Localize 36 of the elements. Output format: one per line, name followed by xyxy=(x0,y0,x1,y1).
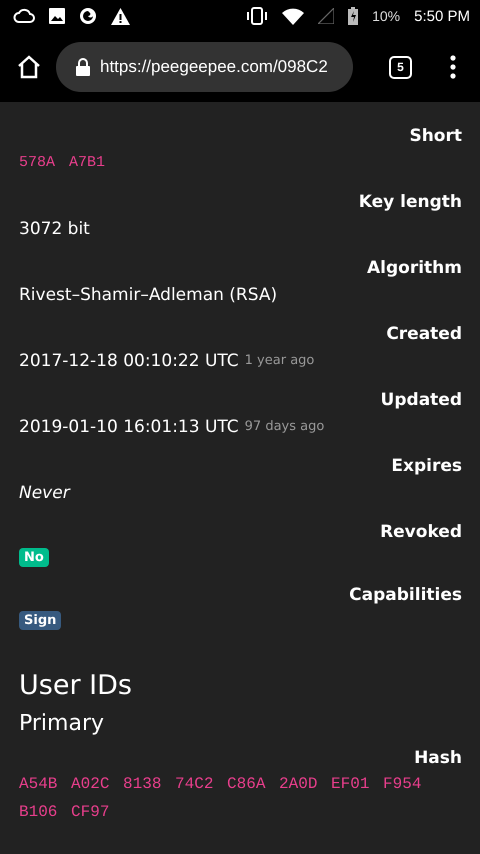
field-label: Revoked xyxy=(380,521,462,544)
relative-time: 1 year ago xyxy=(244,352,314,370)
hash-value: A54B A02C 8138 74C2 C86A 2A0D EF01 F954 B106 CF97 xyxy=(19,774,422,823)
section-heading: User IDs xyxy=(19,669,132,703)
field-label: Hash xyxy=(414,747,462,770)
battery-percent: 10% xyxy=(372,8,400,24)
field-label: Expires xyxy=(391,455,462,478)
field-label: Key length xyxy=(358,191,462,214)
address-bar[interactable]: https://peegeepee.com/098C2 xyxy=(56,42,353,92)
field-value: 3072 bit xyxy=(19,218,90,241)
field-label: Algorithm xyxy=(367,257,462,280)
field-label: Capabilities xyxy=(349,584,462,607)
lock-icon xyxy=(76,58,90,76)
field-label: Short xyxy=(409,125,462,148)
field-label: Created xyxy=(386,323,462,346)
subsection-heading: Primary xyxy=(19,710,104,738)
menu-icon[interactable] xyxy=(450,55,456,79)
home-icon[interactable] xyxy=(16,54,42,80)
clock-time: 5:50 PM xyxy=(414,8,470,24)
status-badge: Sign xyxy=(19,611,62,630)
field-value: 578A A7B1 xyxy=(19,153,106,173)
vibrate-icon xyxy=(246,7,268,25)
cloud-icon xyxy=(13,8,35,24)
wifi-icon xyxy=(282,8,304,24)
image-icon xyxy=(49,8,65,24)
status-badge: No xyxy=(19,548,49,567)
field-value: Rivest–Shamir–Adleman (RSA) xyxy=(19,284,278,307)
relative-time: 97 days ago xyxy=(244,418,324,436)
signal-icon xyxy=(318,8,334,24)
battery-icon xyxy=(348,7,358,25)
tab-count-button[interactable]: 5 xyxy=(389,56,412,78)
field-value: Never xyxy=(19,482,70,505)
warning-icon xyxy=(111,8,130,24)
field-value: 2019-01-10 16:01:13 UTC xyxy=(19,416,239,439)
field-value: 2017-12-18 00:10:22 UTC xyxy=(19,350,239,373)
field-label: Updated xyxy=(380,389,462,412)
